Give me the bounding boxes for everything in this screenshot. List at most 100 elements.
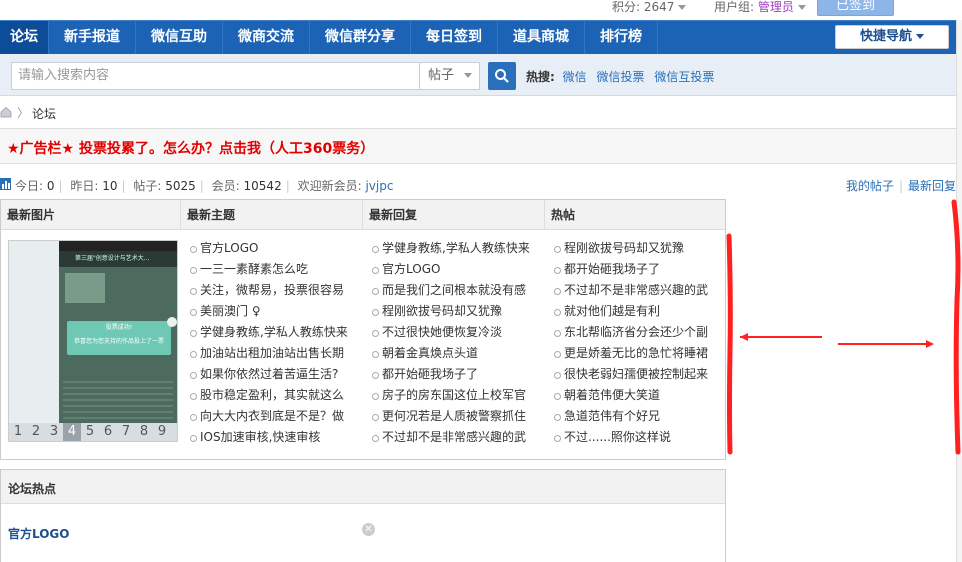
- latest-topics-list: 官方LOGO 一三一素酵素怎么吃 关注，微帮易，投票很容易 美丽澳门 ♀ 学健身…: [190, 238, 360, 448]
- list-item[interactable]: 股市稳定盈利，其实就这么: [190, 385, 360, 406]
- list-item[interactable]: 不过......照你这样说: [554, 427, 714, 448]
- signed-in-button[interactable]: 已签到: [817, 0, 894, 16]
- today-label: 今日:: [15, 179, 47, 193]
- forum-stats: 今日: 0 | 昨日: 10 | 帖子: 5025 | 会员: 10542 | 欢迎新会…: [0, 176, 956, 194]
- chevron-down-icon: [797, 5, 806, 10]
- list-item[interactable]: 关注，微帮易，投票很容易: [190, 280, 360, 301]
- hot-posts-list: 程刚欲拔号码却又犹豫 都开始砸我场子了 不过却不是非常感兴趣的武 就对他们越是有…: [554, 238, 714, 448]
- new-member-link[interactable]: jvjpc: [365, 179, 393, 193]
- hot-keyword[interactable]: 微信互投票: [654, 70, 714, 84]
- list-item[interactable]: 更是娇羞无比的急忙将睡裙: [554, 343, 714, 364]
- list-item[interactable]: 朝着范伟便大笑道: [554, 385, 714, 406]
- panel-header: 最新图片 最新主题 最新回复 热帖: [1, 200, 725, 230]
- list-item[interactable]: 加油站出租加油站出售长期: [190, 343, 360, 364]
- list-item[interactable]: 如果你依然过着苦逼生活?: [190, 364, 360, 385]
- hot-keyword[interactable]: 微信: [563, 70, 587, 84]
- forum-hot-item[interactable]: 官方LOGO: [8, 525, 69, 542]
- list-item[interactable]: 不过却不是非常感兴趣的武: [372, 427, 542, 448]
- nav-item-group-share[interactable]: 微信群分享: [310, 21, 411, 54]
- latest-replies-link[interactable]: 最新回复: [908, 179, 956, 193]
- search-button[interactable]: [488, 62, 516, 90]
- list-item[interactable]: 朝着金真焕点头道: [372, 343, 542, 364]
- quick-nav-button[interactable]: 快捷导航: [835, 25, 949, 49]
- slideshow-image[interactable]: 第三届"创意设计与艺术大... 投票成功! 恭喜您为您支持的作品投上了一票: [59, 241, 177, 424]
- yesterday-label: 昨日:: [70, 179, 103, 193]
- posts-count: 5025: [165, 179, 196, 193]
- list-item[interactable]: 向大大内衣到底是不是？做: [190, 406, 360, 427]
- nav-item-newbie[interactable]: 新手报道: [49, 21, 136, 54]
- points-label: 积分: 2647: [612, 0, 675, 14]
- list-item[interactable]: 都开始砸我场子了: [554, 259, 714, 280]
- pager-item[interactable]: 2: [27, 423, 45, 441]
- header-hot-posts: 热帖: [551, 208, 576, 222]
- pager-item[interactable]: 5: [81, 423, 99, 441]
- quick-nav-label: 快捷导航: [859, 29, 912, 44]
- list-item[interactable]: 官方LOGO: [190, 238, 360, 259]
- search-type-select[interactable]: 帖子: [419, 62, 480, 90]
- pager-item[interactable]: 7: [117, 423, 135, 441]
- hot-search-label: 热搜:: [526, 70, 555, 84]
- slideshow-pager: 1 2 3 4 5 6 7 8 9: [9, 423, 177, 441]
- hot-keyword[interactable]: 微信投票: [596, 70, 644, 84]
- list-item[interactable]: 程刚欲拔号码却又犹豫: [554, 238, 714, 259]
- bar-chart-icon: [0, 178, 11, 190]
- right-edge-strip: [956, 20, 962, 562]
- pager-item[interactable]: 8: [135, 423, 153, 441]
- posts-label: 帖子:: [133, 179, 166, 193]
- list-item[interactable]: 都开始砸我场子了: [372, 364, 542, 385]
- ad-link[interactable]: ★广告栏★ 投票投累了。怎么办？点击我（人工360票务）: [7, 138, 374, 158]
- usergroup-display[interactable]: 用户组: 管理员: [714, 0, 806, 15]
- pager-item[interactable]: 1: [9, 423, 27, 441]
- list-item[interactable]: 急道范伟有个好兄: [554, 406, 714, 427]
- nav-item-shop[interactable]: 道具商城: [498, 21, 585, 54]
- list-item[interactable]: 程刚欲拔号码却又犹豫: [372, 301, 542, 322]
- yesterday-count: 10: [102, 179, 118, 193]
- pager-item[interactable]: 6: [99, 423, 117, 441]
- breadcrumb-current[interactable]: 论坛: [32, 105, 56, 122]
- nav-item-forum[interactable]: 论坛: [0, 21, 49, 54]
- search-icon: [495, 69, 509, 83]
- list-item[interactable]: 不过很快她便恢复冷淡: [372, 322, 542, 343]
- points-display[interactable]: 积分: 2647: [612, 0, 687, 15]
- nav-item-wechat-business[interactable]: 微商交流: [223, 21, 310, 54]
- list-item[interactable]: 很快老弱妇孺便被控制起来: [554, 364, 714, 385]
- list-item[interactable]: 房子的房东国这位上校军官: [372, 385, 542, 406]
- today-count: 0: [46, 179, 55, 193]
- nav-item-ranking[interactable]: 排行榜: [585, 21, 658, 54]
- ad-bar: ★广告栏★ 投票投累了。怎么办？点击我（人工360票务）: [0, 128, 956, 164]
- list-item[interactable]: 更何况若是人质被警察抓住: [372, 406, 542, 427]
- phone-modal-subtitle: 恭喜您为您支持的作品投上了一票: [73, 338, 164, 345]
- nav-item-wechat-help[interactable]: 微信互助: [136, 21, 223, 54]
- phone-photo: [65, 273, 105, 303]
- list-item[interactable]: 不过却不是非常感兴趣的武: [554, 280, 714, 301]
- main-nav: 论坛 新手报道 微信互助 微商交流 微信群分享 每日签到 道具商城 排行榜 快捷…: [0, 20, 956, 54]
- list-item[interactable]: 东北帮临济省分会还少个副: [554, 322, 714, 343]
- list-item[interactable]: 官方LOGO: [372, 259, 542, 280]
- nav-item-daily-signin[interactable]: 每日签到: [411, 21, 498, 54]
- image-slideshow[interactable]: 第三届"创意设计与艺术大... 投票成功! 恭喜您为您支持的作品投上了一票 1 …: [8, 240, 178, 442]
- annotation-line-left: [726, 233, 733, 455]
- hot-search: 热搜: 微信 微信投票 微信互投票: [526, 68, 720, 85]
- phone-modal: 投票成功! 恭喜您为您支持的作品投上了一票: [67, 321, 171, 355]
- list-item[interactable]: 而是我们之间根本就没有感: [372, 280, 542, 301]
- list-item[interactable]: 一三一素酵素怎么吃: [190, 259, 360, 280]
- list-item[interactable]: IOS加速审核,快速审核: [190, 427, 360, 448]
- pager-item[interactable]: 9: [153, 423, 171, 441]
- close-icon[interactable]: ✕: [362, 523, 375, 536]
- usergroup-label: 用户组:: [714, 0, 758, 14]
- phone-title-text: 第三届"创意设计与艺术大...: [59, 251, 177, 267]
- search-input[interactable]: 请输入搜索内容: [11, 62, 420, 90]
- pager-item[interactable]: 3: [45, 423, 63, 441]
- forum-overview-panel: 最新图片 最新主题 最新回复 热帖 第三届"创意设计与艺术大... 投票成功! …: [0, 199, 726, 460]
- pager-item-active[interactable]: 4: [63, 423, 81, 441]
- list-item[interactable]: 学健身教练,学私人教练快来: [372, 238, 542, 259]
- list-item[interactable]: 美丽澳门 ♀: [190, 301, 360, 322]
- header-latest-replies: 最新回复: [363, 200, 545, 230]
- header-latest-images: 最新图片: [1, 200, 181, 230]
- my-posts-link[interactable]: 我的帖子: [846, 179, 894, 193]
- phone-body-text: [63, 381, 173, 421]
- usergroup-value: 管理员: [757, 0, 794, 14]
- home-icon[interactable]: [0, 106, 12, 118]
- list-item[interactable]: 学健身教练,学私人教练快来: [190, 322, 360, 343]
- list-item[interactable]: 就对他们越是有利: [554, 301, 714, 322]
